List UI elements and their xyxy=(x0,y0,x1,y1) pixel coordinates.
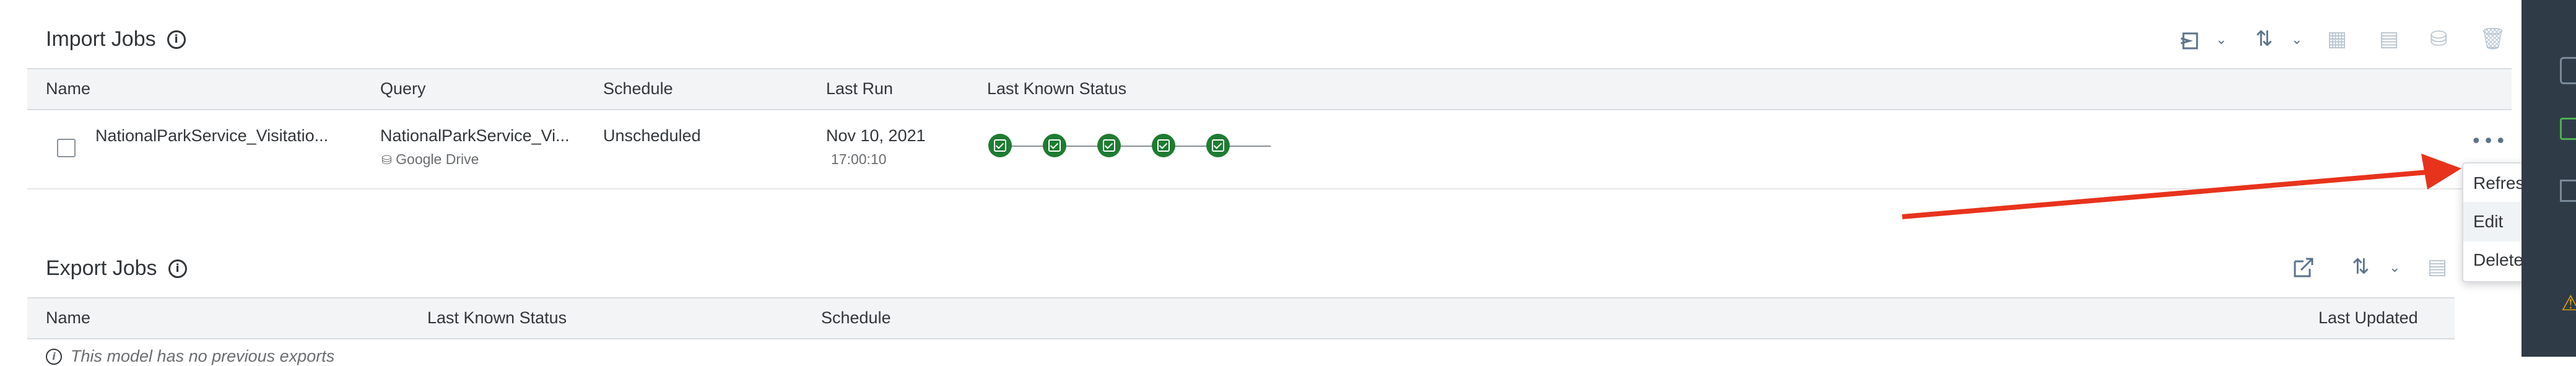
column-header-last-updated[interactable]: Last Updated xyxy=(2318,308,2418,328)
import-jobs-title-text: Import Jobs xyxy=(46,27,156,51)
column-header-last-known-status[interactable]: Last Known Status xyxy=(427,308,567,328)
status-step-success-icon[interactable] xyxy=(1152,134,1175,157)
export-table-header: Name Last Known Status Schedule Last Upd… xyxy=(27,297,2455,339)
sort-icon[interactable]: ⇅ xyxy=(2255,28,2273,50)
export-jobs-title-text: Export Jobs xyxy=(46,256,157,280)
chevron-down-icon[interactable]: ⌄ xyxy=(2291,32,2302,48)
chevron-down-icon[interactable]: ⌄ xyxy=(2216,32,2227,48)
row-query[interactable]: NationalParkService_Vi... xyxy=(380,126,570,146)
import-jobs-title: Import Jobs i xyxy=(46,27,186,51)
status-step-success-icon[interactable] xyxy=(1206,134,1230,157)
sidebar-check-icon[interactable] xyxy=(2560,118,2576,140)
query-source: ⛁ Google Drive xyxy=(381,151,479,168)
status-step-success-icon[interactable] xyxy=(1097,134,1121,157)
calendar-icon[interactable]: ▤ xyxy=(2379,28,2399,50)
annotation-arrow xyxy=(1902,154,2461,219)
trash-icon[interactable]: 🗑 xyxy=(2479,28,2506,50)
row-last-run-time: 17:00:10 xyxy=(831,151,887,167)
more-options-icon[interactable]: ••• xyxy=(2471,133,2507,151)
info-icon[interactable]: i xyxy=(167,30,186,49)
database-icon: ⛁ xyxy=(381,152,392,167)
export-jobs-title: Export Jobs i xyxy=(46,256,187,281)
calendar-icon[interactable]: ▤ xyxy=(2427,256,2447,277)
row-name[interactable]: NationalParkService_Visitatio... xyxy=(95,126,328,146)
database-icon[interactable]: ⛁ xyxy=(2430,28,2448,50)
status-step-success-icon[interactable] xyxy=(1043,134,1066,157)
query-source-label: Google Drive xyxy=(396,151,479,167)
column-header-schedule[interactable]: Schedule xyxy=(821,308,891,328)
import-table-header: Name Query Schedule Last Run Last Known … xyxy=(27,68,2512,110)
info-icon[interactable]: i xyxy=(168,259,187,278)
status-step-success-icon[interactable] xyxy=(988,134,1012,157)
column-header-name[interactable]: Name xyxy=(46,79,90,98)
sort-icon[interactable]: ⇅ xyxy=(2352,256,2370,277)
column-header-query[interactable]: Query xyxy=(380,79,426,98)
column-header-last-known-status[interactable]: Last Known Status xyxy=(987,79,1126,98)
column-header-schedule[interactable]: Schedule xyxy=(603,79,673,98)
table-settings-icon[interactable]: ▦ xyxy=(2327,28,2347,50)
import-icon[interactable] xyxy=(2180,30,2202,56)
export-icon[interactable] xyxy=(2292,256,2315,282)
right-sidebar: ⚠ xyxy=(2522,0,2576,357)
row-schedule: Unscheduled xyxy=(603,126,701,145)
chevron-down-icon[interactable]: ⌄ xyxy=(2389,260,2400,276)
sidebar-grid-icon[interactable] xyxy=(2560,180,2576,202)
warning-icon[interactable]: ⚠ xyxy=(2561,291,2576,316)
sidebar-toggle-icon[interactable] xyxy=(2560,57,2576,84)
row-last-run-date: Nov 10, 2021 xyxy=(826,126,926,145)
column-header-name[interactable]: Name xyxy=(46,308,90,328)
row-checkbox[interactable] xyxy=(57,139,76,157)
column-header-last-run[interactable]: Last Run xyxy=(826,79,893,98)
